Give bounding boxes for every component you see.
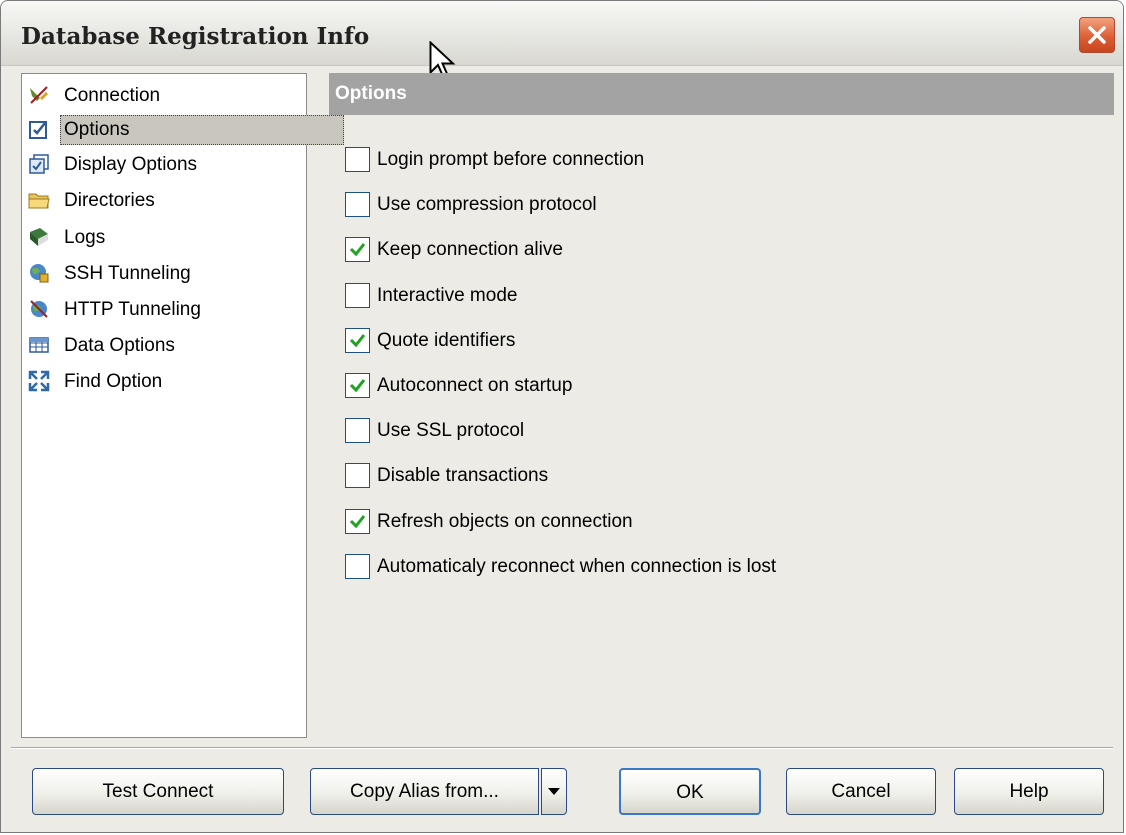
- nav-item-find-option[interactable]: Find Option: [24, 364, 306, 397]
- option-checkbox[interactable]: [345, 147, 370, 172]
- nav-item-label: Options: [60, 115, 345, 145]
- close-icon: [1088, 26, 1106, 44]
- check-mark-icon: [349, 334, 366, 348]
- option-label: Use SSL protocol: [377, 420, 525, 441]
- ok-label: OK: [676, 782, 704, 803]
- nav-item-directories[interactable]: Directories: [24, 183, 306, 216]
- option-checkbox[interactable]: [345, 463, 370, 488]
- check-mark-icon: [349, 243, 366, 257]
- nav-item-label: Find Option: [64, 371, 163, 392]
- nav-item-display-options[interactable]: Display Options: [24, 147, 306, 180]
- find-arrows-icon: [28, 370, 50, 392]
- option-checkbox[interactable]: [345, 418, 370, 443]
- footer-separator: [11, 747, 1113, 749]
- help-label: Help: [1009, 781, 1049, 802]
- nav-item-data-options[interactable]: Data Options: [24, 328, 306, 361]
- help-button[interactable]: Help: [954, 768, 1104, 815]
- nav-item-label: Connection: [64, 85, 161, 106]
- copy-alias-label: Copy Alias from...: [350, 781, 499, 802]
- chevron-down-icon: [548, 788, 560, 795]
- test-connect-label: Test Connect: [102, 781, 214, 802]
- window-title: Database Registration Info: [21, 23, 370, 50]
- nav-item-options[interactable]: Options: [24, 112, 345, 145]
- option-checkbox[interactable]: [345, 283, 370, 308]
- http-globe-icon: [30, 300, 48, 318]
- option-checkbox[interactable]: [345, 509, 370, 534]
- log-book-icon: [30, 228, 48, 246]
- option-label: Refresh objects on connection: [377, 511, 633, 532]
- option-checkbox[interactable]: [345, 237, 370, 262]
- nav-item-label: Logs: [64, 227, 106, 248]
- nav-item-label: Data Options: [64, 335, 175, 356]
- option-checkbox[interactable]: [345, 554, 370, 579]
- nav-item-label: Directories: [64, 190, 155, 211]
- test-connect-button[interactable]: Test Connect: [32, 768, 284, 815]
- cancel-button[interactable]: Cancel: [786, 768, 936, 815]
- check-mark-icon: [349, 515, 366, 529]
- option-label: Automaticaly reconnect when connection i…: [377, 556, 777, 577]
- display-options-icon: [29, 154, 49, 174]
- nav-item-label: SSH Tunneling: [64, 263, 191, 284]
- option-label: Use compression protocol: [377, 194, 597, 215]
- ssh-globe-icon: [30, 264, 49, 283]
- nav-item-connection[interactable]: Connection: [24, 78, 306, 111]
- option-label: Quote identifiers: [377, 330, 516, 351]
- grid-icon: [29, 337, 49, 353]
- nav-item-logs[interactable]: Logs: [24, 220, 306, 253]
- panel-header-title: Options: [335, 83, 407, 104]
- title-bar[interactable]: Database Registration Info: [1, 1, 1123, 66]
- option-label: Login prompt before connection: [377, 149, 645, 170]
- option-checkbox[interactable]: [345, 192, 370, 217]
- nav-item-ssh-tunneling[interactable]: SSH Tunneling: [24, 256, 306, 289]
- close-button[interactable]: [1079, 17, 1115, 53]
- dialog-window: Database Registration Info Connection Op…: [0, 0, 1124, 833]
- settings-nav-list: Connection Options Display Options Direc…: [21, 73, 345, 738]
- copy-alias-dropdown-button[interactable]: [541, 768, 567, 815]
- nav-item-http-tunneling[interactable]: HTTP Tunneling: [24, 292, 306, 325]
- option-label: Autoconnect on startup: [377, 375, 573, 396]
- option-label: Interactive mode: [377, 285, 518, 306]
- check-mark-icon: [349, 379, 366, 393]
- nav-item-label: HTTP Tunneling: [64, 299, 201, 320]
- panel-header: Options: [329, 73, 1114, 115]
- option-label: Keep connection alive: [377, 239, 563, 260]
- option-checkbox[interactable]: [345, 328, 370, 353]
- options-icon: [29, 121, 47, 139]
- ok-button[interactable]: OK: [619, 768, 761, 815]
- copy-alias-button[interactable]: Copy Alias from...: [310, 768, 539, 815]
- folder-icon: [28, 193, 50, 209]
- option-checkbox[interactable]: [345, 373, 370, 398]
- option-label: Disable transactions: [377, 465, 549, 486]
- connection-icon: [30, 86, 48, 104]
- cancel-label: Cancel: [831, 781, 891, 802]
- nav-item-label: Display Options: [64, 154, 198, 175]
